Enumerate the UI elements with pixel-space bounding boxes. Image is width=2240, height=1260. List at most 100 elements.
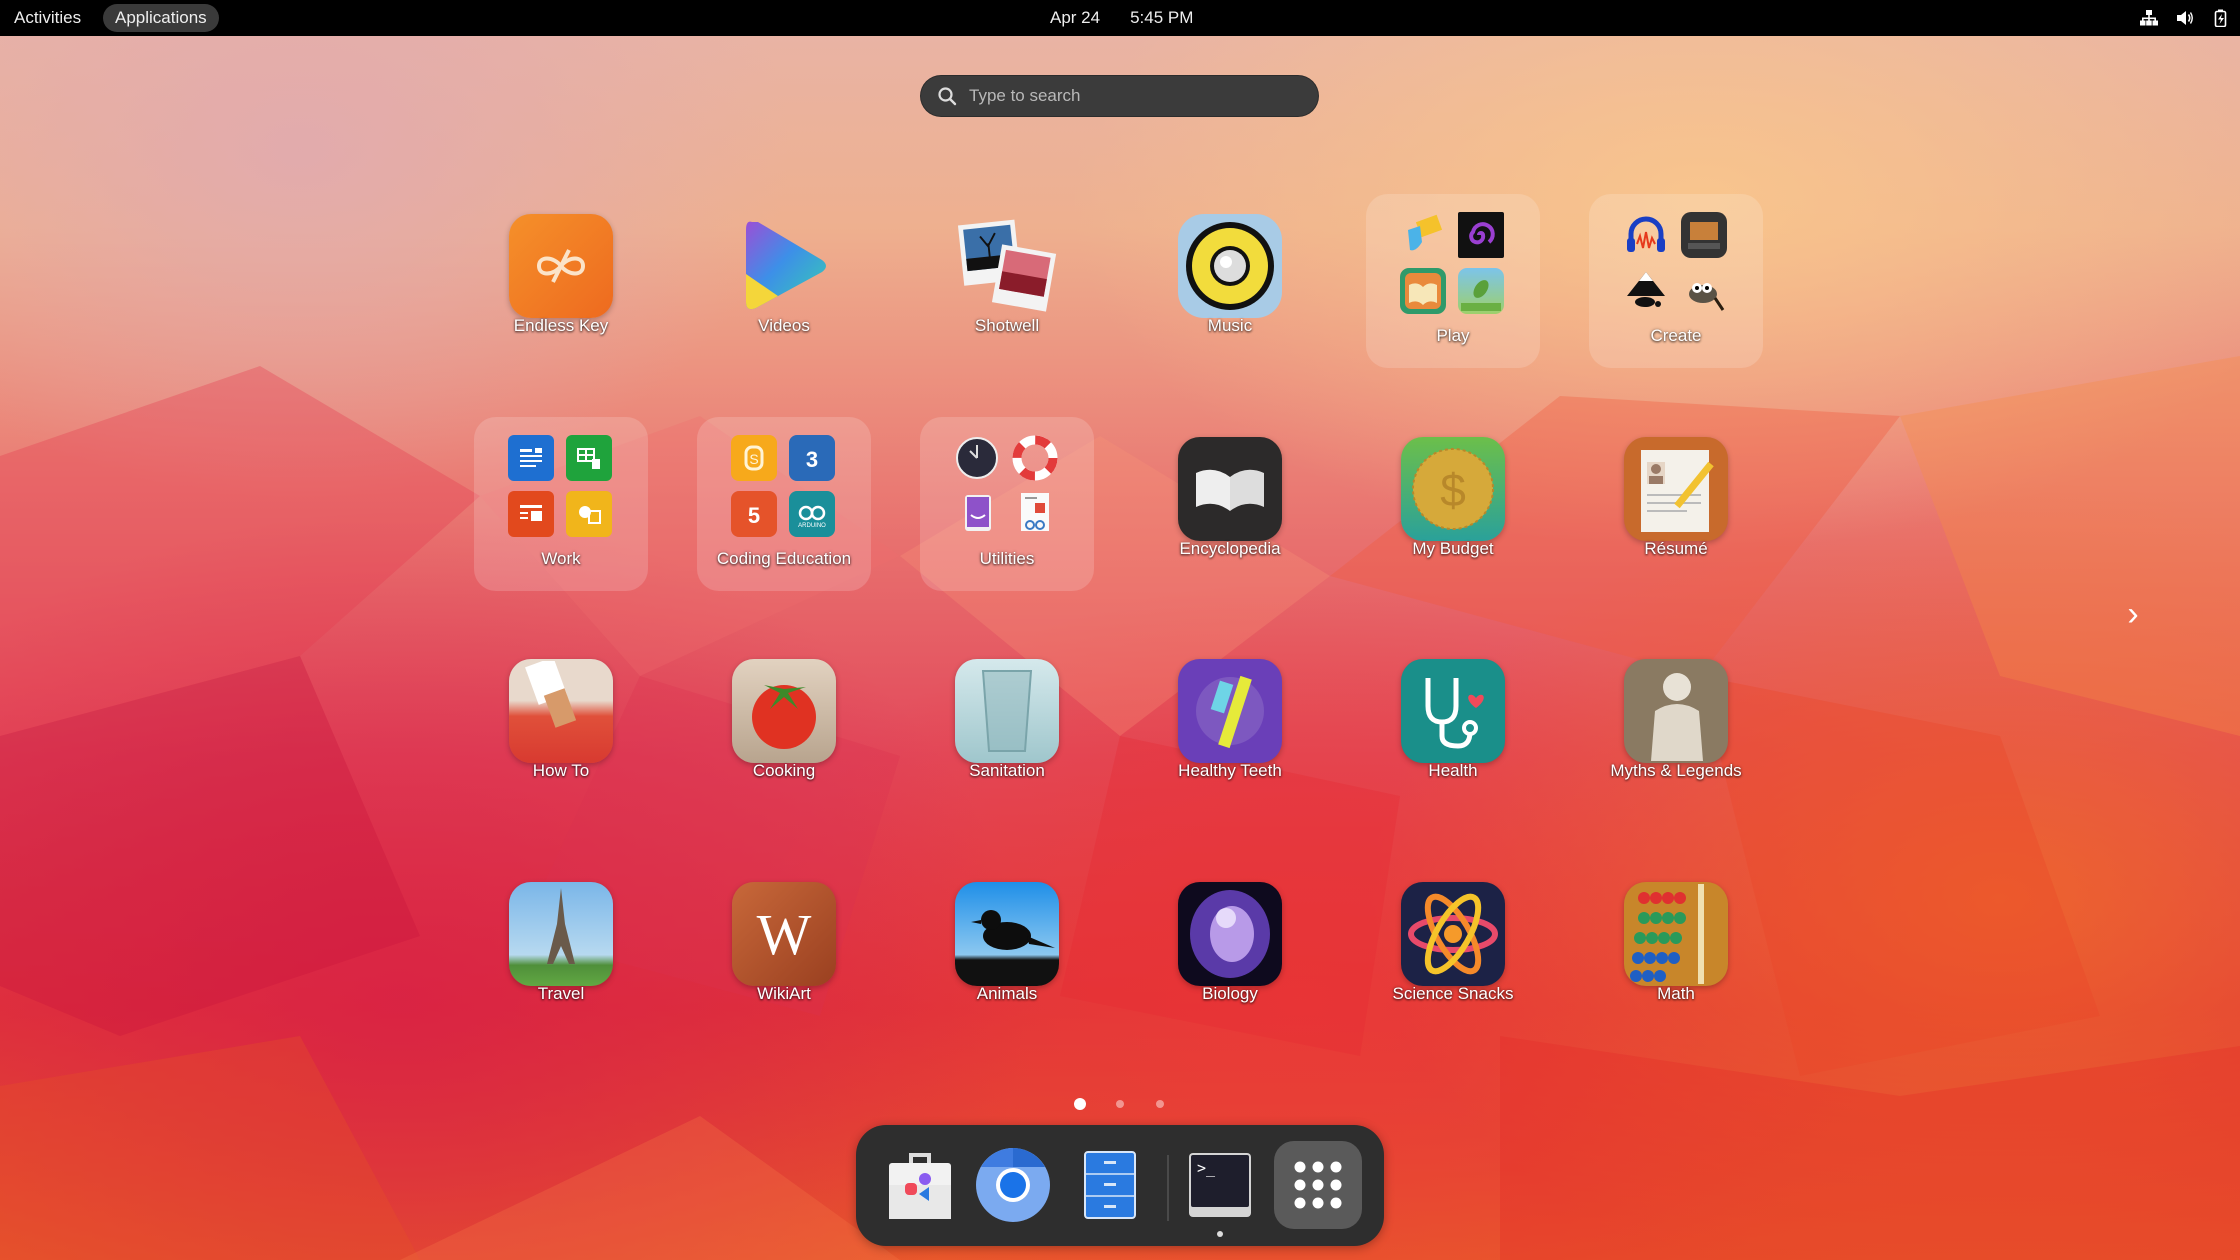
arduino-icon: ARDUINO bbox=[789, 491, 835, 537]
scratch-icon: S bbox=[731, 435, 777, 481]
folder-play[interactable]: Play bbox=[1366, 194, 1540, 368]
paint-bucket-icon bbox=[1400, 212, 1446, 258]
search-input[interactable] bbox=[969, 86, 1289, 106]
html5-icon: 5 bbox=[731, 491, 777, 537]
app-label: Encyclopedia bbox=[1179, 539, 1281, 558]
search-bar[interactable] bbox=[920, 75, 1319, 117]
folder-label: Play bbox=[1436, 326, 1470, 345]
next-page-arrow[interactable]: › bbox=[2118, 594, 2148, 634]
app-travel[interactable]: Travel bbox=[461, 868, 661, 1040]
app-resume[interactable]: Résumé bbox=[1576, 423, 1776, 595]
time-label: 5:45 PM bbox=[1130, 8, 1194, 27]
terminal-prompt: >_ bbox=[1191, 1155, 1249, 1207]
css3-icon: 3 bbox=[789, 435, 835, 481]
app-label: Biology bbox=[1202, 984, 1258, 1003]
app-label: Science Snacks bbox=[1392, 984, 1514, 1003]
terminal-icon: >_ bbox=[1189, 1153, 1251, 1217]
app-center-bag-icon bbox=[889, 1153, 951, 1219]
app-science-snacks[interactable]: Science Snacks bbox=[1353, 868, 1553, 1040]
app-label: Videos bbox=[758, 316, 810, 335]
file-cabinet-icon bbox=[1084, 1151, 1136, 1219]
folder-create[interactable]: Create bbox=[1589, 194, 1763, 368]
folder-label: Create bbox=[1650, 326, 1702, 345]
folder-label: Work bbox=[541, 549, 581, 568]
folder-work[interactable]: Work bbox=[474, 417, 648, 591]
impress-icon bbox=[508, 491, 554, 537]
dock-chromium[interactable] bbox=[969, 1141, 1057, 1229]
app-cooking[interactable]: Cooking bbox=[684, 645, 884, 817]
date-label: Apr 24 bbox=[1050, 8, 1101, 27]
app-music[interactable]: Music bbox=[1130, 200, 1330, 372]
image-viewer-icon bbox=[1681, 212, 1727, 258]
eiffel-tower-icon bbox=[509, 882, 613, 986]
svg-text:S: S bbox=[749, 451, 758, 467]
volume-icon bbox=[2176, 9, 2194, 27]
svg-text:5: 5 bbox=[748, 503, 760, 528]
top-bar: Activities Applications Apr 24 5:45 PM bbox=[0, 0, 2240, 36]
coin-dollar-icon: $ bbox=[1401, 437, 1505, 541]
frog-game-icon bbox=[1458, 268, 1504, 314]
app-encyclopedia[interactable]: Encyclopedia bbox=[1130, 423, 1330, 595]
cheese-icon bbox=[954, 491, 1000, 537]
app-how-to[interactable]: How To bbox=[461, 645, 661, 817]
document-viewer-icon bbox=[1012, 491, 1058, 537]
app-my-budget[interactable]: $ My Budget bbox=[1353, 423, 1553, 595]
app-math[interactable]: Math bbox=[1576, 868, 1776, 1040]
dock-files[interactable] bbox=[1066, 1141, 1154, 1229]
folder-utilities[interactable]: Utilities bbox=[920, 417, 1094, 591]
how-to-brush-icon bbox=[509, 659, 613, 763]
app-label: Résumé bbox=[1644, 539, 1708, 558]
calc-icon bbox=[566, 435, 612, 481]
inkscape-icon bbox=[1623, 268, 1669, 314]
app-label: How To bbox=[532, 761, 590, 780]
app-videos[interactable]: Videos bbox=[684, 200, 884, 372]
battery-charging-icon bbox=[2212, 9, 2230, 27]
app-label: Travel bbox=[537, 984, 585, 1003]
svg-text:W: W bbox=[757, 902, 812, 967]
svg-text:ARDUINO: ARDUINO bbox=[798, 523, 826, 529]
app-animals[interactable]: Animals bbox=[907, 868, 1107, 1040]
app-biology[interactable]: Biology bbox=[1130, 868, 1330, 1040]
clock[interactable]: Apr 24 5:45 PM bbox=[1050, 8, 1193, 28]
dock-separator bbox=[1167, 1155, 1169, 1221]
app-wikiart[interactable]: W WikiArt bbox=[684, 868, 884, 1040]
clock-icon bbox=[954, 435, 1000, 481]
app-health[interactable]: Health bbox=[1353, 645, 1553, 817]
app-myths-legends[interactable]: Myths & Legends bbox=[1576, 645, 1776, 817]
water-glass-icon bbox=[955, 659, 1059, 763]
folder-label: Coding Education bbox=[716, 549, 852, 568]
show-applications-button[interactable] bbox=[1274, 1141, 1362, 1229]
chromium-icon bbox=[976, 1148, 1050, 1222]
dock-terminal[interactable]: >_ bbox=[1176, 1141, 1264, 1237]
app-label: Sanitation bbox=[969, 761, 1045, 780]
audacity-icon bbox=[1623, 212, 1669, 258]
draw-icon bbox=[566, 491, 612, 537]
activities-button[interactable]: Activities bbox=[2, 4, 93, 32]
app-label: Animals bbox=[976, 984, 1038, 1003]
svg-text:3: 3 bbox=[806, 447, 818, 472]
running-indicator bbox=[1217, 1231, 1223, 1237]
app-endless-key[interactable]: Endless Key bbox=[461, 200, 661, 372]
app-label: WikiArt bbox=[757, 984, 811, 1003]
dock-app-center[interactable] bbox=[876, 1141, 964, 1229]
wallpaper-lowpoly bbox=[0, 356, 2240, 1260]
system-status-area[interactable] bbox=[2140, 9, 2230, 27]
storybook-icon bbox=[1400, 268, 1446, 314]
app-shotwell[interactable]: Shotwell bbox=[907, 200, 1107, 372]
page-dot-3[interactable] bbox=[1156, 1100, 1164, 1108]
gimp-icon bbox=[1681, 268, 1727, 314]
app-healthy-teeth[interactable]: Healthy Teeth bbox=[1130, 645, 1330, 817]
app-label: My Budget bbox=[1412, 539, 1494, 558]
page-dot-1[interactable] bbox=[1074, 1098, 1086, 1110]
encyclopedia-book-icon bbox=[1178, 437, 1282, 541]
resume-icon bbox=[1624, 437, 1728, 541]
writer-icon bbox=[508, 435, 554, 481]
folder-label: Utilities bbox=[979, 549, 1035, 568]
app-label: Healthy Teeth bbox=[1178, 761, 1282, 780]
app-sanitation[interactable]: Sanitation bbox=[907, 645, 1107, 817]
page-dot-2[interactable] bbox=[1116, 1100, 1124, 1108]
bird-icon bbox=[955, 882, 1059, 986]
wikiart-w-icon: W bbox=[732, 882, 836, 986]
folder-coding-education[interactable]: S 3 5 ARDUINO Coding Education bbox=[697, 417, 871, 591]
applications-button[interactable]: Applications bbox=[103, 4, 219, 32]
